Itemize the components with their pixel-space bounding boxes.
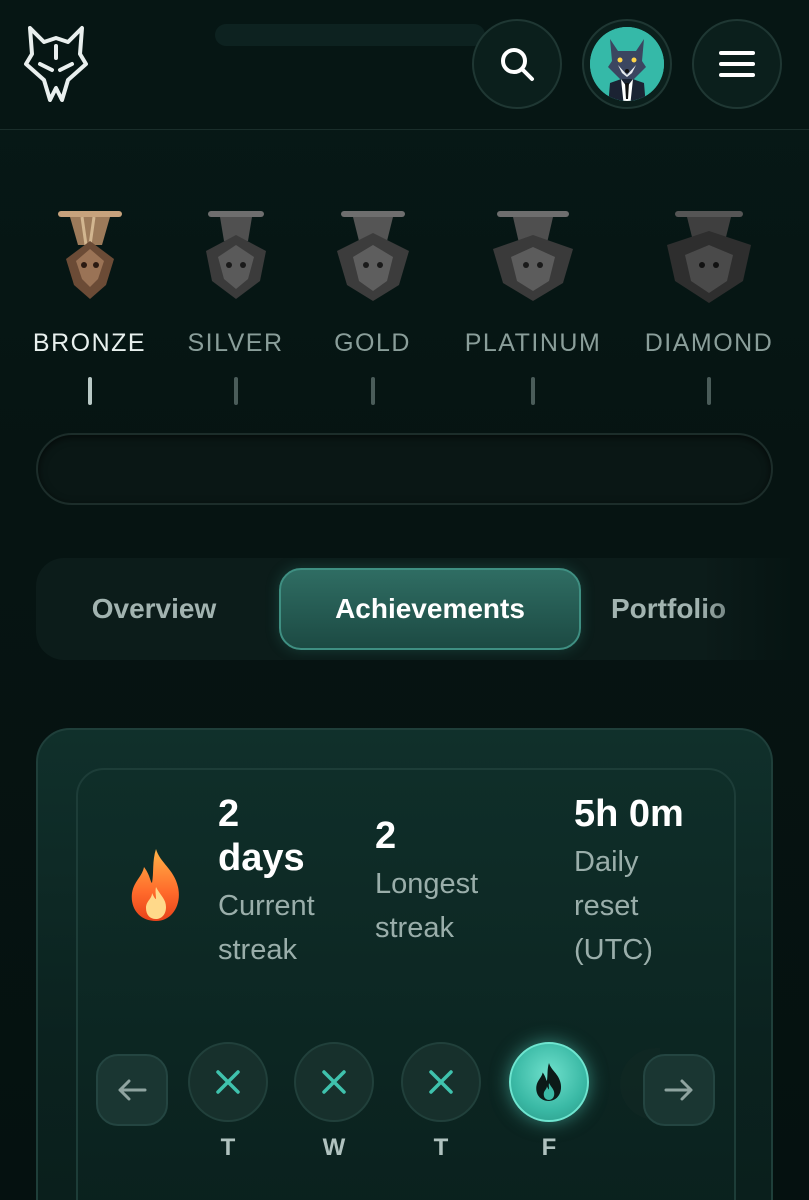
profile-avatar-button[interactable]: [582, 19, 672, 109]
tier-label: PLATINUM: [464, 329, 602, 357]
longest-streak-caption: Longest streak: [375, 862, 525, 950]
day-letter: T: [220, 1134, 236, 1161]
day-thursday[interactable]: T: [401, 1042, 481, 1162]
tier-tick: [531, 377, 535, 405]
tier-gold[interactable]: GOLD: [325, 205, 420, 405]
caption-line: streak: [375, 912, 454, 944]
current-streak-caption: Current streak: [218, 884, 358, 972]
search-button[interactable]: [472, 19, 562, 109]
platinum-medal-icon: [493, 211, 573, 301]
hamburger-menu-icon: [719, 51, 755, 77]
x-icon: [429, 1070, 453, 1094]
longest-streak-stat: 2 Longest streak: [375, 814, 525, 950]
tier-label: SILVER: [187, 329, 284, 357]
tab-achievements[interactable]: Achievements: [279, 568, 581, 650]
silver-medal-icon: [205, 211, 266, 299]
flame-icon: [536, 1063, 562, 1101]
tier-label: GOLD: [334, 329, 411, 357]
day-letter: T: [433, 1134, 449, 1161]
caption-line: reset: [574, 890, 639, 922]
gold-medal-icon: [336, 211, 409, 301]
current-streak-stat: 2 days Current streak: [218, 792, 358, 972]
tab-overview[interactable]: Overview: [54, 568, 254, 650]
achievements-card: 2 days Current streak 2 Longest streak 5…: [36, 728, 773, 1200]
previous-days-button[interactable]: [96, 1054, 168, 1126]
day-wednesday[interactable]: W: [294, 1042, 374, 1162]
wolf-logo-icon[interactable]: [24, 24, 88, 102]
day-friday[interactable]: F: [509, 1042, 589, 1162]
menu-button[interactable]: [692, 19, 782, 109]
tier-bronze[interactable]: BRONZE: [33, 205, 145, 405]
search-icon: [501, 48, 534, 81]
day-circle: [294, 1042, 374, 1122]
tier-tick: [370, 377, 375, 405]
page: BRONZE SILVER GOLD PLATINUM DIAMOND Over…: [0, 0, 809, 1200]
daily-reset-value: 5h 0m: [574, 793, 684, 835]
day-circle: [509, 1042, 589, 1122]
x-icon: [216, 1070, 240, 1094]
current-streak-value: 2 days: [218, 792, 358, 880]
current-streak-number: 2: [218, 793, 240, 835]
daily-reset-stat: 5h 0m Daily reset (UTC): [574, 792, 734, 972]
header-scroll-remnant: [215, 24, 485, 46]
arrow-right-icon: [664, 1079, 693, 1101]
flame-icon: [131, 849, 179, 921]
tier-tick: [707, 377, 711, 405]
day-circle: [401, 1042, 481, 1122]
tier-selector: BRONZE SILVER GOLD PLATINUM DIAMOND: [0, 205, 809, 415]
caption-line: streak: [218, 934, 297, 966]
caption-line: Longest: [375, 868, 479, 900]
next-days-button[interactable]: [643, 1054, 715, 1126]
daily-reset-caption: Daily reset (UTC): [574, 840, 734, 972]
current-streak-unit: days: [218, 837, 305, 879]
tab-bar: Overview Achievements Portfolio: [36, 558, 809, 660]
longest-streak-value: 2: [375, 815, 397, 857]
day-letter: F: [541, 1134, 557, 1161]
wolf-avatar-icon: [590, 27, 664, 101]
week-days-row: T W T F: [78, 1040, 738, 1170]
day-tuesday[interactable]: T: [188, 1042, 268, 1162]
caption-line: Current: [218, 890, 315, 922]
day-letter: W: [322, 1134, 346, 1161]
x-icon: [322, 1070, 346, 1094]
tier-label: DIAMOND: [644, 329, 774, 357]
caption-line: Daily: [574, 846, 639, 878]
day-circle: [188, 1042, 268, 1122]
bronze-medal-icon: [57, 211, 122, 299]
tier-progress-bar: [36, 433, 773, 505]
diamond-medal-icon: [667, 211, 751, 303]
top-bar: [0, 0, 809, 130]
avatar: [590, 27, 664, 101]
arrow-left-icon: [118, 1079, 147, 1101]
tier-tick: [233, 377, 238, 405]
tier-silver[interactable]: SILVER: [187, 205, 283, 405]
tab-portfolio[interactable]: Portfolio: [611, 568, 791, 650]
streak-panel: 2 days Current streak 2 Longest streak 5…: [76, 768, 736, 1200]
tier-platinum[interactable]: PLATINUM: [465, 205, 601, 405]
tier-diamond[interactable]: DIAMOND: [645, 205, 772, 405]
tier-label: BRONZE: [32, 329, 147, 357]
tier-tick: [87, 377, 92, 405]
caption-line: (UTC): [574, 934, 653, 966]
